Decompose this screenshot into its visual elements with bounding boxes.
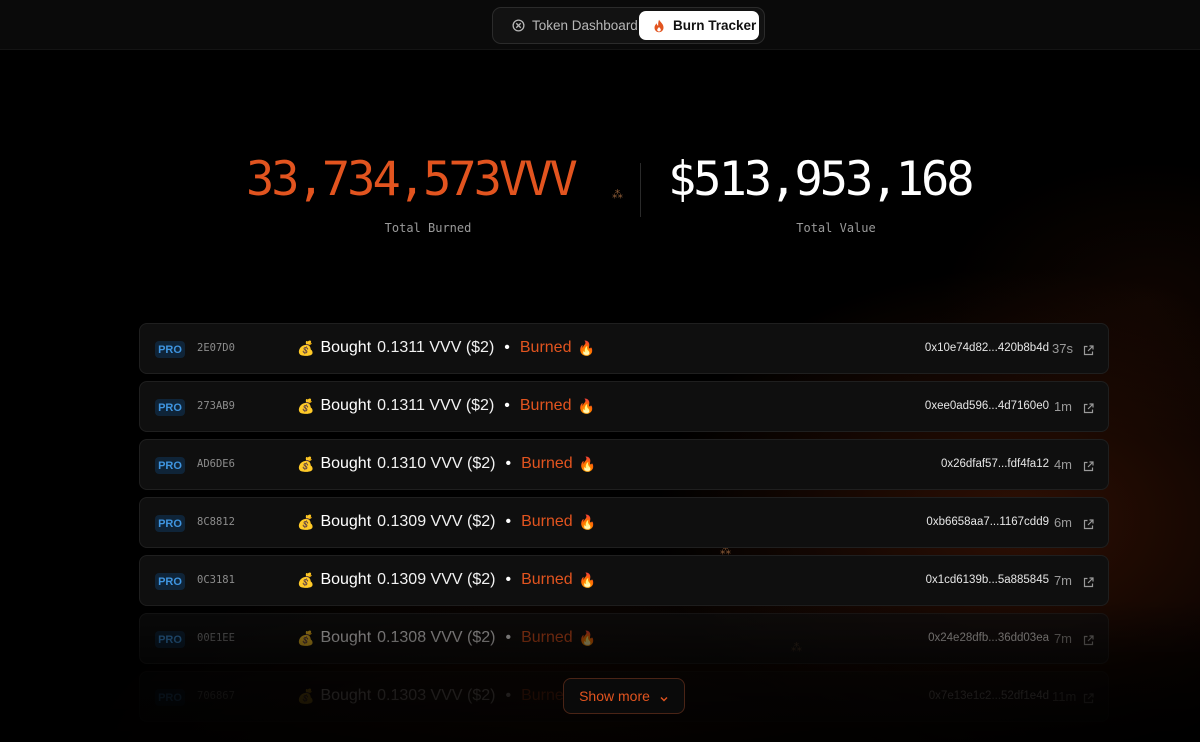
row-amount: 0.1309 VVV ($2) — [377, 571, 496, 588]
pro-badge: PRO — [155, 689, 185, 706]
row-amount: 0.1310 VVV ($2) — [377, 455, 496, 472]
trader-id: 2E07D0 — [197, 342, 235, 354]
row-description: 💰 Bought 0.1310 VVV ($2) • Burned 🔥 — [297, 455, 596, 473]
row-verb: Bought — [320, 571, 372, 588]
fire-icon: 🔥 — [577, 397, 595, 414]
row-amount: 0.1311 VVV ($2) — [377, 339, 495, 356]
tab-label: Token Dashboard — [532, 18, 638, 33]
external-link-icon[interactable] — [1083, 691, 1094, 704]
separator-dot: • — [504, 397, 510, 414]
feed-row[interactable]: PRO 2E07D0 💰 Bought 0.1311 VVV ($2) • Bu… — [139, 323, 1109, 374]
sparkle-icon: ⁂ — [612, 189, 623, 201]
pro-badge: PRO — [155, 631, 185, 648]
external-link-icon[interactable] — [1083, 401, 1094, 414]
tx-hash-link[interactable]: 0x24e28dfb...36dd03ea — [928, 632, 1049, 644]
burn-feed: PRO 2E07D0 💰 Bought 0.1311 VVV ($2) • Bu… — [139, 323, 1109, 729]
separator-dot: • — [504, 339, 510, 356]
external-link-icon[interactable] — [1083, 343, 1094, 356]
separator-dot: • — [505, 571, 512, 588]
feed-row[interactable]: PRO 8C8812 💰 Bought 0.1309 VVV ($2) • Bu… — [139, 497, 1109, 548]
total-burned-value: 33,734,573VVV — [246, 152, 578, 207]
fire-icon: 🔥 — [577, 339, 595, 356]
row-verb: Bought — [320, 687, 372, 704]
money-bag-icon: 💰 — [297, 687, 315, 704]
money-bag-icon: 💰 — [297, 629, 315, 646]
row-amount: 0.1311 VVV ($2) — [377, 397, 495, 414]
row-description: 💰 Bought 0.1309 VVV ($2) • Burned 🔥 — [297, 513, 596, 531]
chevron-down-icon — [659, 691, 669, 702]
row-description: 💰 Bought 0.1311 VVV ($2) • Burned 🔥 — [297, 339, 595, 357]
trader-id: 273AB9 — [197, 400, 235, 412]
total-value-value: $513,953,168 — [668, 152, 975, 207]
flame-icon — [652, 19, 666, 33]
tx-hash-link[interactable]: 0x10e74d82...420b8b4d — [925, 342, 1049, 354]
row-description: 💰 Bought 0.1309 VVV ($2) • Burned 🔥 — [297, 571, 596, 589]
tab-token-dashboard[interactable]: Token Dashboard — [496, 11, 639, 40]
money-bag-icon: 💰 — [297, 455, 315, 472]
pro-badge: PRO — [155, 573, 185, 590]
separator-dot: • — [505, 455, 512, 472]
money-bag-icon: 💰 — [297, 513, 315, 530]
row-amount: 0.1308 VVV ($2) — [377, 629, 496, 646]
x-circle-icon — [511, 19, 525, 33]
row-status: Burned — [521, 571, 573, 588]
pro-badge: PRO — [155, 457, 185, 474]
tx-hash-link[interactable]: 0x7e13e1c2...52df1e4d — [929, 690, 1049, 702]
tx-hash-link[interactable]: 0x1cd6139b...5a885845 — [926, 574, 1049, 586]
view-switcher: Token Dashboard Burn Tracker — [492, 7, 765, 44]
fire-icon: 🔥 — [578, 571, 597, 588]
row-verb: Bought — [320, 397, 372, 414]
fire-icon: 🔥 — [578, 629, 597, 646]
row-status: Burned — [521, 513, 573, 530]
tab-burn-tracker[interactable]: Burn Tracker — [639, 11, 759, 40]
tx-hash-link[interactable]: 0x26dfaf57...fdf4fa12 — [941, 458, 1049, 470]
row-status: Burned — [521, 455, 573, 472]
feed-row[interactable]: PRO 0C3181 💰 Bought 0.1309 VVV ($2) • Bu… — [139, 555, 1109, 606]
top-bar: Token Dashboard Burn Tracker — [0, 0, 1200, 50]
trader-id: 00E1EE — [197, 632, 235, 644]
total-value-label: Total Value — [796, 221, 876, 235]
row-description: 💰 Bought 0.1311 VVV ($2) • Burned 🔥 — [297, 397, 595, 415]
pro-badge: PRO — [155, 515, 185, 532]
row-status: Burned — [519, 339, 572, 356]
row-description: 💰 Bought 0.1303 VVV ($2) • Burned 🔥 — [297, 687, 596, 705]
external-link-icon[interactable] — [1083, 459, 1094, 472]
external-link-icon[interactable] — [1083, 517, 1094, 530]
row-status: Burned — [521, 629, 573, 646]
row-verb: Bought — [320, 629, 372, 646]
money-bag-icon: 💰 — [297, 339, 315, 356]
money-bag-icon: 💰 — [297, 571, 315, 588]
total-burned-label: Total Burned — [384, 221, 472, 235]
separator-dot: • — [505, 687, 512, 704]
trader-id: 706867 — [197, 690, 235, 702]
tx-hash-link[interactable]: 0xee0ad596...4d7160e0 — [925, 400, 1049, 412]
row-amount: 0.1309 VVV ($2) — [377, 513, 496, 530]
tab-label: Burn Tracker — [673, 18, 757, 33]
trader-id: 0C3181 — [197, 574, 235, 586]
separator-dot: • — [505, 513, 512, 530]
row-verb: Bought — [320, 455, 372, 472]
external-link-icon[interactable] — [1083, 633, 1094, 646]
external-link-icon[interactable] — [1083, 575, 1094, 588]
row-verb: Bought — [320, 339, 372, 356]
fire-icon: 🔥 — [578, 455, 597, 472]
tx-hash-link[interactable]: 0xb6658aa7...1167cdd9 — [926, 516, 1049, 528]
separator-dot: • — [505, 629, 512, 646]
row-verb: Bought — [320, 513, 372, 530]
row-amount: 0.1303 VVV ($2) — [377, 687, 496, 704]
pro-badge: PRO — [155, 341, 185, 358]
trader-id: 8C8812 — [197, 516, 235, 528]
feed-row[interactable]: PRO 273AB9 💰 Bought 0.1311 VVV ($2) • Bu… — [139, 381, 1109, 432]
feed-row[interactable]: PRO AD6DE6 💰 Bought 0.1310 VVV ($2) • Bu… — [139, 439, 1109, 490]
trader-id: AD6DE6 — [197, 458, 235, 470]
pro-badge: PRO — [155, 399, 185, 416]
feed-row[interactable]: PRO 00E1EE 💰 Bought 0.1308 VVV ($2) • Bu… — [139, 613, 1109, 664]
row-description: 💰 Bought 0.1308 VVV ($2) • Burned 🔥 — [297, 629, 596, 647]
stats-divider — [640, 163, 641, 217]
money-bag-icon: 💰 — [297, 397, 315, 414]
row-status: Burned — [519, 397, 572, 414]
show-more-button[interactable]: Show more — [563, 678, 685, 714]
fire-icon: 🔥 — [578, 513, 597, 530]
show-more-label: Show more — [579, 688, 650, 704]
